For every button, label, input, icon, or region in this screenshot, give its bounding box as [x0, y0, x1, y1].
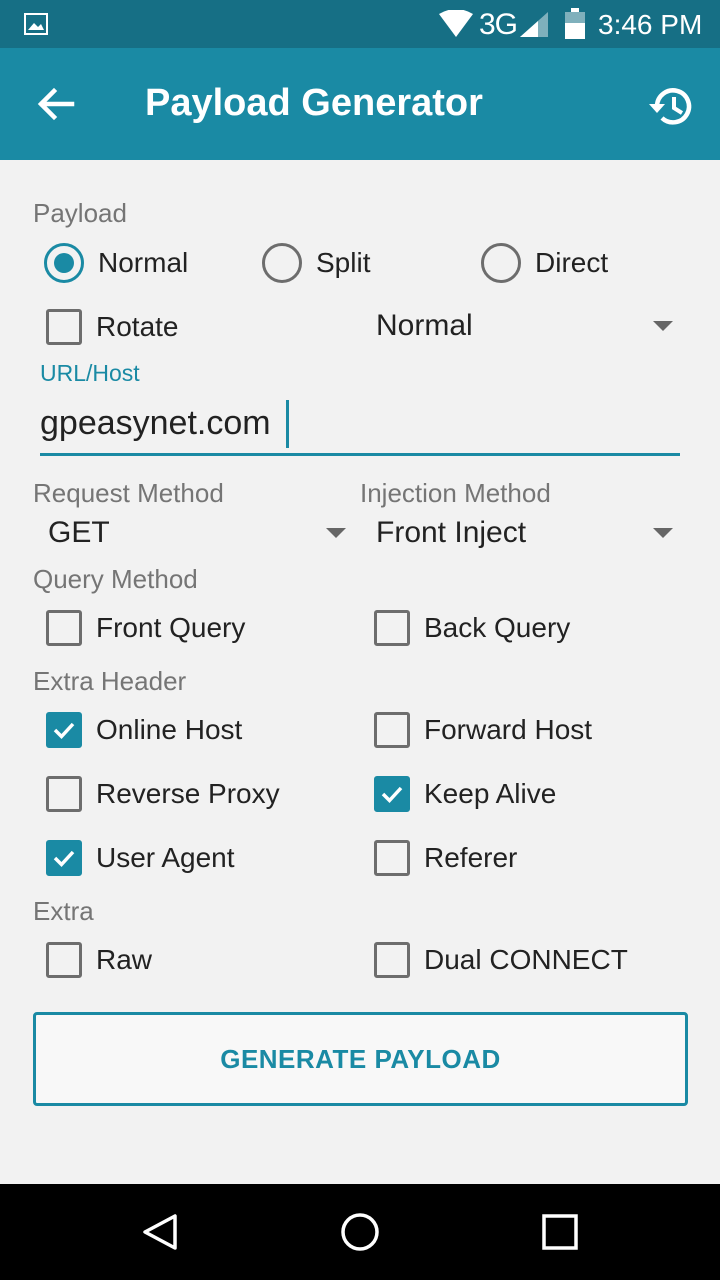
text-cursor	[286, 400, 289, 448]
radio-unselected-icon	[262, 243, 302, 283]
front-query-checkbox[interactable]: Front Query	[46, 604, 245, 652]
forward-host-checkbox[interactable]: Forward Host	[374, 706, 592, 754]
extra-label: Extra	[33, 896, 94, 926]
request-method-label: Request Method	[33, 478, 224, 508]
url-host-input[interactable]	[40, 394, 680, 456]
back-query-checkbox[interactable]: Back Query	[374, 604, 570, 652]
payload-form: Payload Normal Split Direct Rotate Norma…	[0, 160, 720, 1184]
dropdown-arrow-icon	[653, 321, 673, 331]
dropdown-arrow-icon	[326, 528, 346, 538]
checkbox-unchecked-icon	[374, 840, 410, 876]
checkbox-unchecked-icon	[46, 942, 82, 978]
checkbox-unchecked-icon	[46, 309, 82, 345]
rotate-checkbox[interactable]: Rotate	[46, 303, 179, 351]
home-circle-icon[interactable]	[340, 1212, 380, 1252]
clock: 3:46 PM	[598, 9, 703, 40]
page-title: Payload Generator	[145, 82, 483, 124]
arrow-back-icon[interactable]	[30, 78, 82, 130]
status-bar: 3G 3:46 PM	[0, 0, 720, 48]
checkbox-unchecked-icon	[46, 610, 82, 646]
generate-payload-button[interactable]: GENERATE PAYLOAD	[33, 1012, 688, 1106]
extra-header-label: Extra Header	[33, 666, 187, 696]
user-agent-checkbox[interactable]: User Agent	[46, 834, 235, 882]
keep-alive-checkbox[interactable]: Keep Alive	[374, 770, 556, 818]
app-bar: Payload Generator	[0, 48, 720, 160]
injection-method-label: Injection Method	[360, 478, 551, 508]
raw-checkbox[interactable]: Raw	[46, 936, 152, 984]
recents-square-icon[interactable]	[540, 1212, 580, 1252]
network-type: 3G	[479, 8, 518, 41]
injection-method-dropdown[interactable]: Front Inject	[376, 510, 680, 558]
radio-direct[interactable]: Direct	[481, 239, 608, 287]
url-host-label: URL/Host	[40, 360, 140, 386]
rotate-mode-dropdown[interactable]: Normal	[376, 303, 680, 351]
online-host-checkbox[interactable]: Online Host	[46, 706, 242, 754]
image-icon	[24, 13, 48, 35]
checkbox-checked-icon	[46, 840, 82, 876]
checkbox-unchecked-icon	[374, 610, 410, 646]
back-triangle-icon[interactable]	[140, 1212, 180, 1252]
query-method-label: Query Method	[33, 564, 198, 594]
checkbox-unchecked-icon	[46, 776, 82, 812]
referer-checkbox[interactable]: Referer	[374, 834, 517, 882]
checkbox-unchecked-icon	[374, 712, 410, 748]
checkbox-unchecked-icon	[374, 942, 410, 978]
radio-unselected-icon	[481, 243, 521, 283]
payload-section-label: Payload	[33, 198, 127, 228]
radio-split[interactable]: Split	[262, 239, 370, 287]
checkbox-checked-icon	[46, 712, 82, 748]
radio-normal[interactable]: Normal	[44, 239, 188, 287]
history-icon[interactable]	[644, 78, 700, 134]
signal-icon	[520, 12, 548, 37]
dual-connect-checkbox[interactable]: Dual CONNECT	[374, 936, 628, 984]
reverse-proxy-checkbox[interactable]: Reverse Proxy	[46, 770, 280, 818]
request-method-dropdown[interactable]: GET	[48, 510, 348, 558]
navigation-bar	[0, 1184, 720, 1280]
battery-icon	[565, 8, 585, 39]
checkbox-checked-icon	[374, 776, 410, 812]
wifi-icon	[439, 10, 473, 37]
dropdown-arrow-icon	[653, 528, 673, 538]
radio-selected-icon	[44, 243, 84, 283]
